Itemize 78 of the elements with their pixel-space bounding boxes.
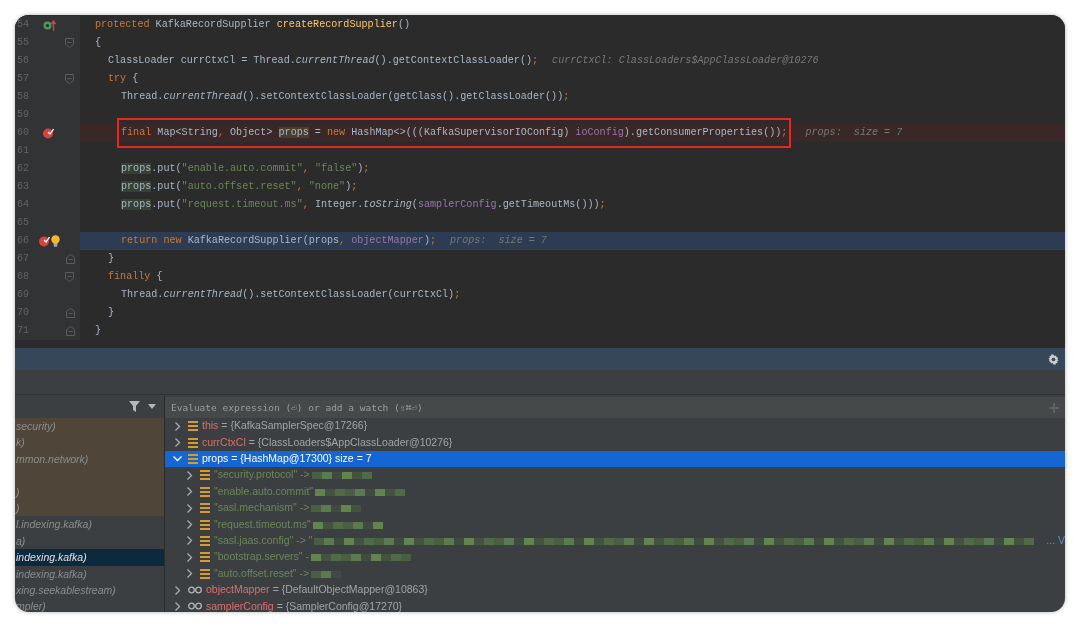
variable-row[interactable]: samplerConfig = {SamplerConfig@17270}: [165, 598, 1065, 612]
stack-frame[interactable]: l.indexing.kafka): [15, 516, 164, 533]
field-icon: [200, 552, 210, 563]
stack-frame[interactable]: xing.seekablestream): [15, 581, 164, 599]
variable-row[interactable]: props = {HashMap@17300} size = 7: [165, 450, 1065, 468]
variable-name: props: [202, 451, 229, 467]
map-entry-key: "enable.auto.commit": [214, 483, 314, 500]
code-line: Thread.currentThread().setContextClassLoader(getClass().getClassLoader());: [121, 90, 570, 105]
variable-value: = {HashMap@17300} size = 7: [231, 451, 372, 467]
stack-frame[interactable]: indexing.kafka): [15, 549, 164, 566]
code-line: props.put("request.timeout.ms", Integer.toString(samplerConfig.getTimeoutMs()));: [121, 198, 606, 213]
inline-debug-value: props: size = 7: [805, 126, 903, 141]
variable-value: = {SamplerConfig@17270}: [276, 598, 403, 612]
stack-frame[interactable]: a): [15, 532, 164, 550]
inline-debug-value: props: size = 7: [450, 234, 547, 249]
glasses-icon: [188, 602, 202, 611]
field-icon: [200, 535, 210, 546]
pixelated-value: [312, 520, 383, 529]
code-line: props.put("enable.auto.commit", "false");: [121, 162, 370, 177]
code-line: final Map<String, Object> props = new HashMap<>(((KafkaSupervisorIOConfig) ioConfig).getConsumerProperties());: [121, 126, 788, 141]
override-marker-icon[interactable]: [42, 19, 56, 31]
code-line: props.put("auto.offset.reset", "none");: [121, 180, 358, 195]
variable-name: currCtxCl: [202, 434, 246, 450]
code-line: }: [108, 306, 115, 321]
lightbulb-icon[interactable]: [51, 235, 60, 247]
variable-row[interactable]: currCtxCl = {ClassLoaders$AppClassLoader@10276}: [165, 434, 1065, 451]
pixelated-value: [311, 504, 362, 513]
glasses-icon: [188, 586, 202, 595]
fold-marker-icon[interactable]: [66, 308, 75, 318]
map-entry-key: "sasl.jaas.config" -> ": [214, 533, 313, 549]
map-entry-key: "security.protocol" ->: [214, 467, 310, 484]
variable-value: = {ClassLoaders$AppClassLoader@10276}: [248, 434, 453, 450]
fold-marker-icon[interactable]: [65, 38, 74, 48]
map-entry-key: "sasl.mechanism" ->: [214, 500, 310, 516]
code-line: return new KafkaRecordSupplier(props, objectMapper);: [121, 234, 436, 249]
dropdown-caret-icon[interactable]: [148, 404, 156, 409]
pixelated-value: [311, 569, 342, 578]
settings-icon[interactable]: [1048, 353, 1059, 365]
field-icon: [188, 453, 198, 464]
fold-marker-icon[interactable]: [66, 254, 75, 264]
fold-marker-icon[interactable]: [65, 272, 74, 282]
map-entry-key: "bootstrap.servers" -: [214, 549, 309, 566]
field-icon: [188, 437, 198, 448]
field-icon: [200, 503, 210, 514]
variable-value: = {KafkaSamplerSpec@17266}: [221, 418, 368, 434]
code-line: finally {: [108, 270, 163, 285]
variable-name: samplerConfig: [206, 598, 274, 612]
evaluate-expression-field[interactable]: Evaluate expression (⏎) or add a watch (⇧⌘⏎): [165, 397, 1049, 418]
code-line: }: [108, 252, 115, 267]
filter-icon[interactable]: [129, 401, 140, 412]
map-entry-key: "auto.offset.reset" ->: [214, 565, 310, 582]
variable-name: this: [202, 418, 219, 434]
code-line: Thread.currentThread().setContextClassLoader(currCtxCl);: [121, 288, 461, 303]
variable-name: objectMapper: [206, 582, 270, 598]
code-line: }: [95, 324, 102, 339]
pixelated-value: [311, 471, 372, 480]
code-line: protected KafkaRecordSupplier createRecordSupplier(): [95, 18, 410, 33]
variable-value: = {DefaultObjectMapper@10863}: [272, 582, 428, 598]
variable-row[interactable]: objectMapper = {DefaultObjectMapper@10863}: [165, 581, 1065, 599]
field-icon: [188, 421, 198, 432]
breakpoint-icon[interactable]: [42, 127, 54, 139]
code-line: ClassLoader currCtxCl = Thread.currentThread().getContextClassLoader();: [108, 54, 539, 69]
field-icon: [200, 519, 210, 530]
fold-marker-icon[interactable]: [65, 74, 74, 84]
stack-frame[interactable]: security): [15, 418, 164, 435]
fold-marker-icon[interactable]: [66, 326, 75, 336]
stack-frame[interactable]: indexing.kafka): [15, 565, 164, 582]
breakpoint-icon[interactable]: [38, 235, 50, 247]
field-icon: [200, 486, 210, 497]
code-line: {: [95, 36, 102, 51]
stack-frame[interactable]: k): [15, 434, 164, 451]
inline-debug-value: currCtxCl: ClassLoaders$AppClassLoader@10276: [552, 54, 819, 69]
code-line: try {: [108, 72, 139, 87]
variable-row[interactable]: this = {KafkaSamplerSpec@17266}: [165, 418, 1065, 435]
field-icon: [200, 470, 210, 481]
map-entry-key: "request.timeout.ms": [214, 516, 311, 533]
field-icon: [200, 568, 210, 579]
view-link[interactable]: ... V: [1046, 533, 1065, 549]
